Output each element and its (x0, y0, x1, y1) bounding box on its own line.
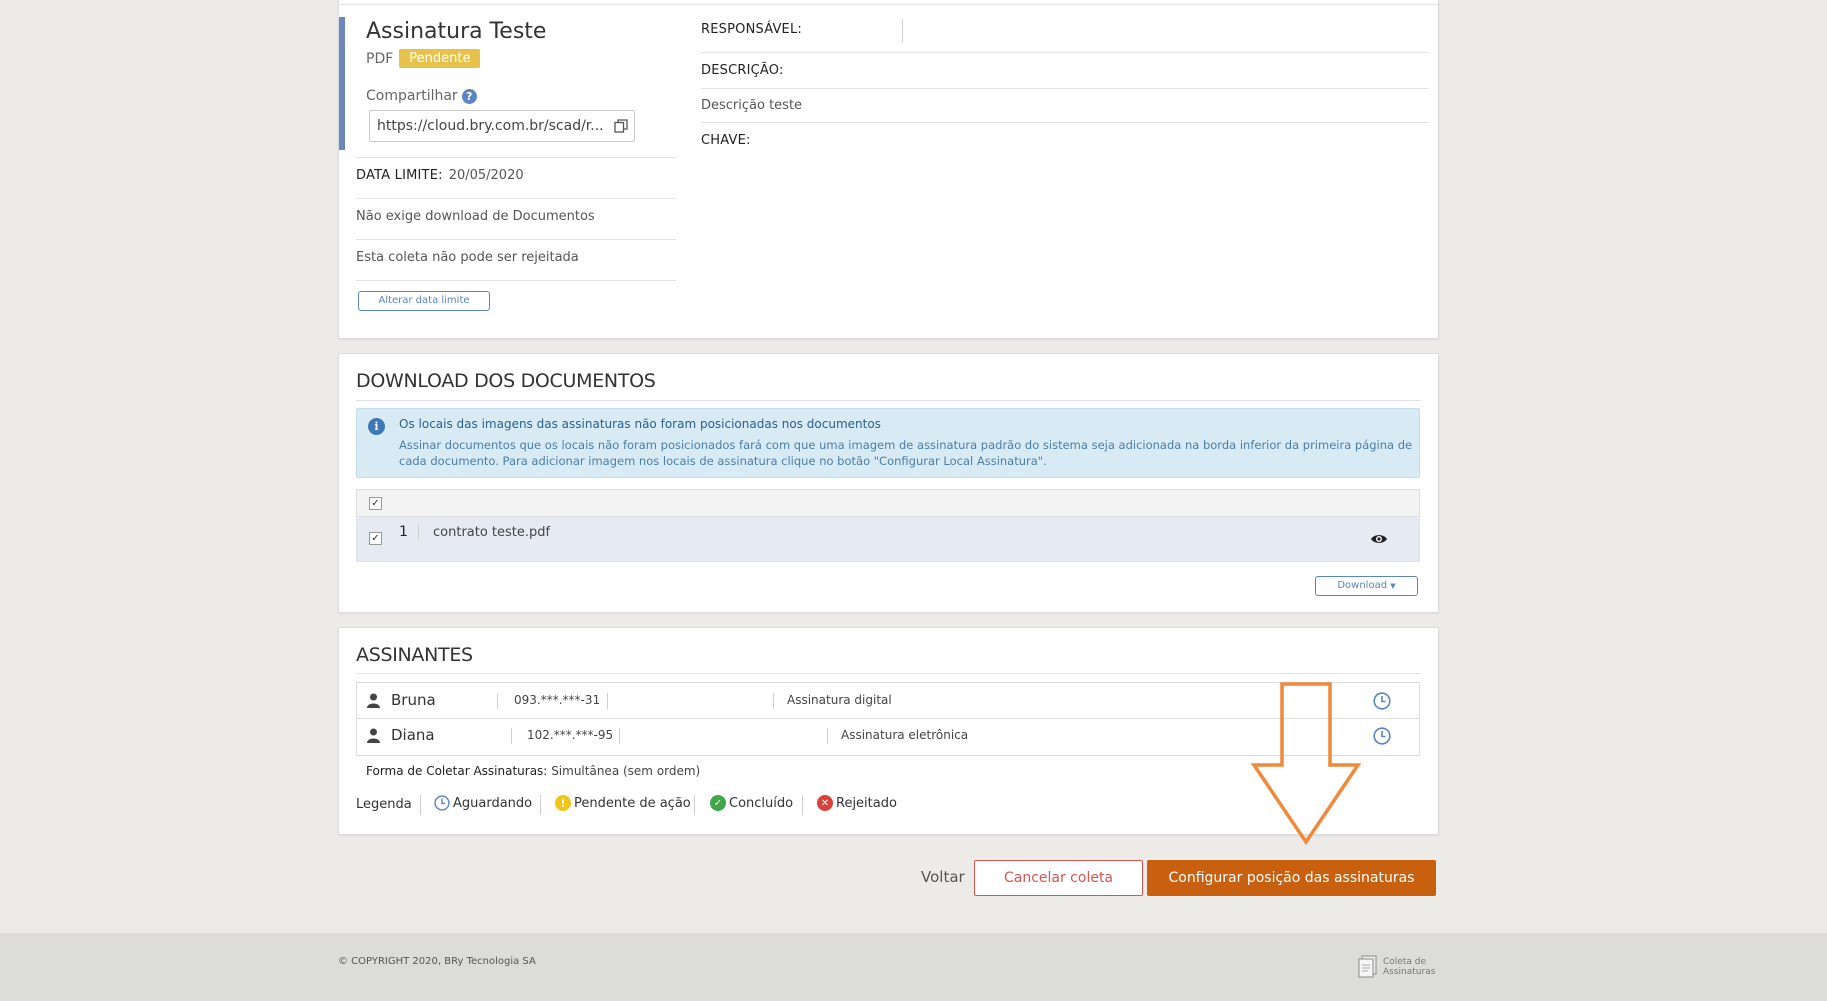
key-label: CHAVE: (701, 133, 751, 148)
documents-table-header: ✓ (356, 489, 1420, 517)
share-label: Compartilhar ? (366, 88, 477, 104)
row-checkbox[interactable]: ✓ (369, 532, 382, 545)
configure-positions-button[interactable]: Configurar posição das assinaturas (1147, 860, 1436, 896)
alert-body-line-2: cada documento. Para adicionar imagem no… (399, 454, 1047, 468)
share-label-text: Compartilhar (366, 88, 458, 104)
legend-done-label: Concluído (729, 795, 794, 811)
legend-rejected: ✕ Rejeitado (817, 795, 897, 811)
exclamation-icon: ! (555, 795, 571, 811)
copy-icon[interactable] (614, 119, 628, 133)
clock-icon (1373, 727, 1391, 745)
signers-title: ASSINANTES (356, 644, 473, 666)
row-index: 1 (399, 524, 408, 540)
collection-mode-label: Forma de Coletar Assinaturas: (366, 764, 548, 778)
collection-mode: Forma de Coletar Assinaturas: Simultânea… (366, 764, 700, 778)
legend-waiting: Aguardando (434, 795, 532, 811)
documents-panel: DOWNLOAD DOS DOCUMENTOS i Os locais das … (338, 353, 1439, 613)
file-type-label: PDF (366, 50, 394, 67)
eye-icon[interactable] (1370, 533, 1388, 545)
user-icon (367, 728, 380, 743)
alert-body-line-1: Assinar documentos que os locais não for… (399, 438, 1413, 452)
deadline-row: DATA LIMITE: 20/05/2020 (356, 168, 524, 183)
x-circle-icon: ✕ (817, 795, 833, 811)
signer-document: 093.***.***-31 (514, 693, 601, 707)
file-type: PDF Pendente (366, 49, 481, 68)
status-badge: Pendente (399, 49, 481, 68)
legend-rejected-label: Rejeitado (836, 795, 897, 811)
footer-logo: Coleta de Assinaturas (1357, 955, 1435, 979)
description-value: Descrição teste (701, 98, 803, 113)
signer-name: Diana (391, 726, 435, 744)
select-all-checkbox[interactable]: ✓ (369, 497, 382, 510)
alert-title: Os locais das imagens das assinaturas nã… (399, 417, 881, 431)
document-stack-icon (1357, 955, 1379, 979)
responsible-label: RESPONSÁVEL: (701, 22, 802, 37)
clock-icon (434, 795, 450, 811)
footer-logo-text: Coleta de Assinaturas (1383, 957, 1435, 977)
description-label: DESCRIÇÃO: (701, 63, 784, 78)
copyright: © COPYRIGHT 2020, BRy Tecnologia SA (338, 956, 536, 967)
footer: © COPYRIGHT 2020, BRy Tecnologia SA Cole… (0, 933, 1827, 1001)
legend-label: Legenda (356, 797, 412, 812)
footer-logo-line-1: Coleta de (1383, 957, 1426, 967)
info-icon: i (368, 418, 385, 435)
signer-signature-type: Assinatura digital (787, 693, 892, 707)
change-deadline-button[interactable]: Alterar data limite (358, 291, 490, 311)
share-url-field[interactable]: https://cloud.bry.com.br/scad/r... (369, 110, 635, 142)
check-circle-icon: ✓ (710, 795, 726, 811)
help-icon[interactable]: ? (461, 88, 477, 104)
legend-done: ✓ Concluído (710, 795, 793, 811)
download-button-label: Download (1337, 580, 1388, 591)
documents-title: DOWNLOAD DOS DOCUMENTOS (356, 370, 656, 392)
clock-icon (1373, 692, 1391, 710)
deadline-label: DATA LIMITE: (356, 168, 443, 183)
collection-title: Assinatura Teste (366, 19, 547, 44)
collection-mode-value: Simultânea (sem ordem) (551, 764, 701, 778)
top-divider (339, 4, 1438, 5)
reject-note: Esta coleta não pode ser rejeitada (356, 250, 579, 265)
legend-label-text: Legenda (356, 797, 412, 812)
legend-pending-label: Pendente de ação (574, 795, 691, 811)
legend-pending: ! Pendente de ação (555, 795, 691, 811)
download-note: Não exige download de Documentos (356, 209, 595, 224)
download-button[interactable]: Download ▼ (1315, 576, 1418, 596)
deadline-value: 20/05/2020 (448, 168, 524, 183)
signer-name: Bruna (391, 691, 436, 709)
user-icon (367, 693, 380, 708)
signer-document: 102.***.***-95 (527, 728, 614, 742)
collection-info-panel: Assinatura Teste PDF Pendente Compartilh… (338, 0, 1439, 339)
title-accent-bar (339, 17, 345, 150)
caret-down-icon: ▼ (1390, 582, 1396, 590)
annotation-arrow-icon (1250, 682, 1362, 846)
share-url-text: https://cloud.bry.com.br/scad/r... (377, 118, 604, 134)
cancel-collection-button[interactable]: Cancelar coleta (974, 860, 1143, 896)
legend-waiting-label: Aguardando (453, 795, 533, 811)
footer-logo-line-2: Assinaturas (1383, 967, 1436, 977)
signer-signature-type: Assinatura eletrônica (841, 728, 969, 742)
positions-alert: i Os locais das imagens das assinaturas … (356, 408, 1420, 478)
table-row[interactable]: ✓ 1 contrato teste.pdf (356, 517, 1420, 562)
back-link[interactable]: Voltar (921, 868, 965, 886)
row-filename: contrato teste.pdf (433, 525, 551, 540)
